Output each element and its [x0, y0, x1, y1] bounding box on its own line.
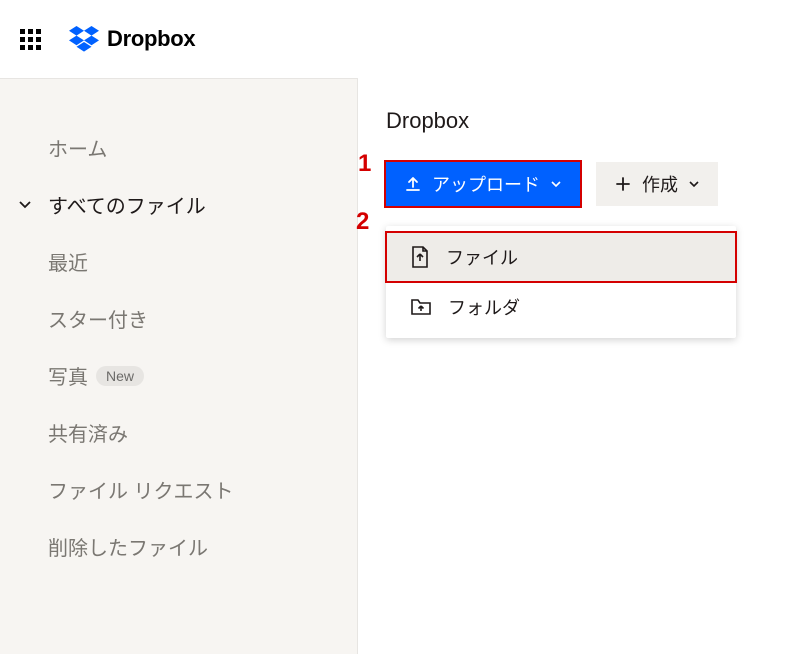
new-badge: New [96, 366, 144, 386]
sidebar-item-label: 最近 [48, 247, 88, 276]
menu-item-upload-file[interactable]: ファイル [386, 232, 736, 282]
brand-logo[interactable]: Dropbox [69, 26, 195, 52]
create-button[interactable]: 作成 [596, 162, 718, 206]
main-content: Dropbox アップロード 作成 [358, 78, 785, 654]
chevron-down-icon [18, 198, 32, 212]
sidebar-item-deleted[interactable]: 削除したファイル [0, 518, 357, 575]
upload-icon [404, 175, 422, 193]
chevron-down-icon [550, 178, 562, 190]
sidebar-item-photos[interactable]: 写真 New [0, 347, 357, 404]
dropbox-icon [69, 26, 99, 52]
plus-icon [614, 175, 632, 193]
menu-item-label: ファイル [446, 244, 518, 270]
sidebar: ホーム すべてのファイル 最近 スター付き 写真 New 共有済み ファイル リ… [0, 78, 358, 654]
sidebar-item-home[interactable]: ホーム [0, 119, 357, 176]
action-row: アップロード 作成 [386, 162, 757, 206]
chevron-down-icon [688, 178, 700, 190]
body: ホーム すべてのファイル 最近 スター付き 写真 New 共有済み ファイル リ… [0, 78, 785, 654]
sidebar-item-file-requests[interactable]: ファイル リクエスト [0, 461, 357, 518]
sidebar-item-starred[interactable]: スター付き [0, 290, 357, 347]
sidebar-item-label: 共有済み [48, 418, 128, 447]
menu-item-label: フォルダ [448, 294, 520, 320]
upload-button-label: アップロード [432, 171, 540, 197]
sidebar-item-label: ファイル リクエスト [48, 475, 234, 504]
upload-button[interactable]: アップロード [386, 162, 580, 206]
sidebar-item-recent[interactable]: 最近 [0, 233, 357, 290]
breadcrumb[interactable]: Dropbox [386, 108, 757, 134]
sidebar-item-label: 削除したファイル [48, 532, 208, 561]
brand-name: Dropbox [107, 26, 195, 52]
sidebar-item-label: ホーム [48, 133, 107, 162]
sidebar-item-label: 写真 [48, 361, 88, 390]
sidebar-item-label: スター付き [48, 304, 148, 333]
sidebar-item-all-files[interactable]: すべてのファイル [0, 176, 357, 233]
upload-dropdown-menu: ファイル フォルダ [386, 226, 736, 338]
create-button-label: 作成 [642, 171, 678, 197]
annotation-2: 2 [356, 208, 369, 236]
sidebar-item-shared[interactable]: 共有済み [0, 404, 357, 461]
header: Dropbox [0, 0, 785, 78]
menu-item-upload-folder[interactable]: フォルダ [386, 282, 736, 332]
file-upload-icon [410, 246, 430, 268]
annotation-1: 1 [358, 150, 371, 178]
sidebar-item-label: すべてのファイル [48, 190, 206, 219]
app-launcher-icon[interactable] [20, 29, 41, 50]
folder-upload-icon [410, 297, 432, 317]
